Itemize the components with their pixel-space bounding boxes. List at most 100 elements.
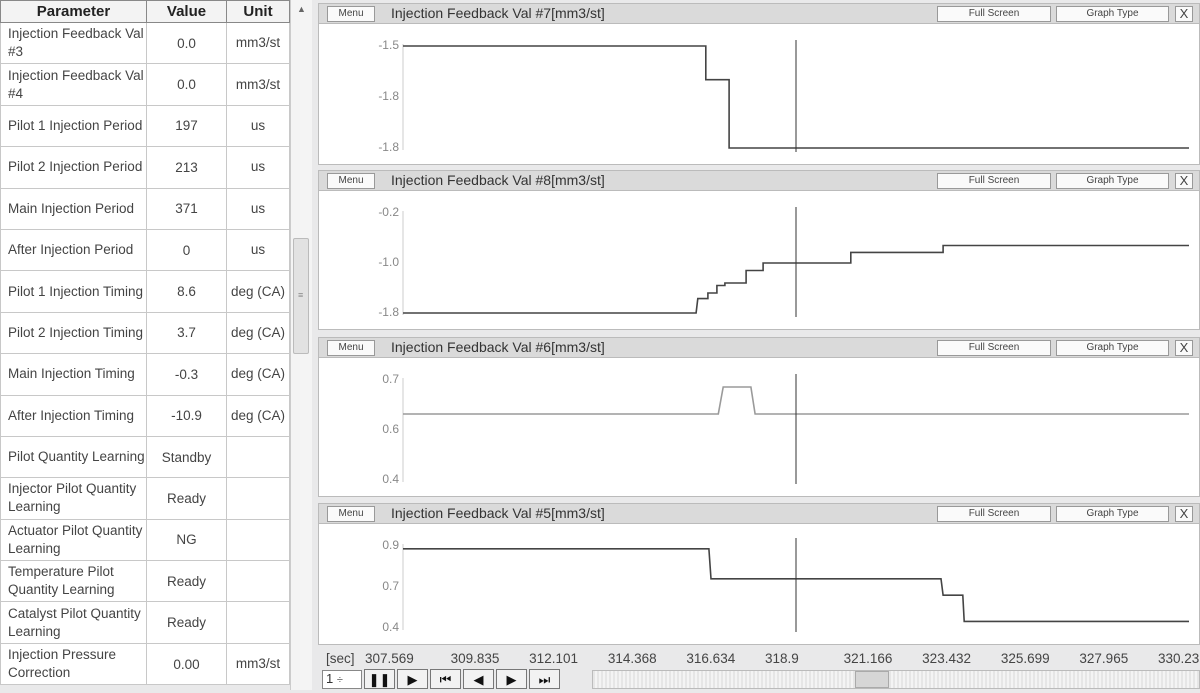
table-row[interactable]: Injection Feedback Val #3 0.0 mm3/st <box>0 21 290 65</box>
table-scrollbar[interactable]: ▲ ≡ <box>290 0 312 690</box>
table-row[interactable]: Main Injection Period 371 us <box>0 187 290 230</box>
table-row[interactable]: Temperature Pilot Quantity Learning Ready <box>0 560 290 603</box>
header-parameter[interactable]: Parameter <box>0 0 147 23</box>
spinner-arrows-icon[interactable]: ÷ <box>337 674 343 686</box>
close-button[interactable]: X <box>1175 173 1193 189</box>
parameter-value: 371 <box>146 187 227 230</box>
play-button[interactable]: ▶ <box>397 669 428 689</box>
header-unit[interactable]: Unit <box>226 0 290 23</box>
parameter-unit <box>226 435 290 479</box>
menu-button[interactable]: Menu <box>327 340 375 356</box>
parameter-unit: deg (CA) <box>226 353 290 396</box>
time-tick-label: 312.101 <box>529 651 578 666</box>
menu-button[interactable]: Menu <box>327 506 375 522</box>
parameter-unit: us <box>226 228 290 272</box>
parameter-value: Ready <box>146 477 227 520</box>
parameter-name: Injection Feedback Val #3 <box>0 21 147 65</box>
menu-button[interactable]: Menu <box>327 173 375 189</box>
timeline-slider[interactable] <box>592 670 1200 689</box>
graph-panel: Menu Injection Feedback Val #6[mm3/st] F… <box>318 337 1200 497</box>
parameter-unit: deg (CA) <box>226 270 290 313</box>
graph-title: Injection Feedback Val #5[mm3/st] <box>391 505 605 521</box>
speed-spinner[interactable]: 1 ÷ <box>322 670 362 689</box>
parameter-name: Temperature Pilot Quantity Learning <box>0 560 147 603</box>
parameter-value: 3.7 <box>146 311 227 355</box>
graph-type-button[interactable]: Graph Type <box>1056 340 1169 356</box>
graph-header: Menu Injection Feedback Val #7[mm3/st] F… <box>319 4 1199 24</box>
parameter-unit <box>226 477 290 520</box>
parameter-name: After Injection Timing <box>0 394 147 437</box>
graph-panel: Menu Injection Feedback Val #8[mm3/st] F… <box>318 170 1200 330</box>
close-button[interactable]: X <box>1175 340 1193 356</box>
table-row[interactable]: Injection Feedback Val #4 0.0 mm3/st <box>0 63 290 106</box>
full-screen-button[interactable]: Full Screen <box>937 506 1051 522</box>
parameter-value: Ready <box>146 601 227 644</box>
table-row[interactable]: Pilot 1 Injection Timing 8.6 deg (CA) <box>0 270 290 313</box>
parameter-unit: us <box>226 187 290 230</box>
full-screen-button[interactable]: Full Screen <box>937 340 1051 356</box>
step-back-button[interactable]: ◀ <box>463 669 494 689</box>
first-frame-button[interactable]: ⏮ <box>430 669 461 689</box>
time-axis: [sec] 307.569 309.835 312.101 314.368 316.634… <box>318 650 1200 668</box>
time-tick-label: 307.569 <box>365 651 414 666</box>
header-value[interactable]: Value <box>146 0 227 23</box>
time-tick-label: 314.368 <box>607 651 657 666</box>
table-row[interactable]: After Injection Timing -10.9 deg (CA) <box>0 394 290 437</box>
graph-plot: -0.2 -1.0 -1.8 <box>319 191 1200 331</box>
scroll-up-icon[interactable]: ▲ <box>297 4 306 14</box>
menu-button[interactable]: Menu <box>327 6 375 22</box>
parameter-unit: mm3/st <box>226 642 290 686</box>
graph-type-button[interactable]: Graph Type <box>1056 506 1169 522</box>
table-row[interactable]: Injector Pilot Quantity Learning Ready <box>0 477 290 520</box>
table-row[interactable]: Pilot 2 Injection Period 213 us <box>0 146 290 189</box>
close-button[interactable]: X <box>1175 6 1193 22</box>
parameter-name: Injection Feedback Val #4 <box>0 63 147 106</box>
parameter-name: Pilot 2 Injection Timing <box>0 311 147 355</box>
graph-type-button[interactable]: Graph Type <box>1056 173 1169 189</box>
last-frame-button[interactable]: ⏭ <box>529 669 560 689</box>
graph-title: Injection Feedback Val #8[mm3/st] <box>391 172 605 188</box>
graph-panel: Menu Injection Feedback Val #7[mm3/st] F… <box>318 3 1200 165</box>
graph-canvas <box>402 40 1189 152</box>
time-tick-label: 316.634 <box>686 651 736 666</box>
parameter-value: 197 <box>146 104 227 148</box>
grip-icon: ≡ <box>298 290 304 300</box>
graph-title: Injection Feedback Val #6[mm3/st] <box>391 339 605 355</box>
parameter-unit: us <box>226 104 290 148</box>
step-forward-button[interactable]: ▶ <box>496 669 527 689</box>
table-row[interactable]: Catalyst Pilot Quantity Learning Ready <box>0 601 290 644</box>
parameter-name: Pilot 1 Injection Period <box>0 104 147 148</box>
time-tick-label: 318.9 <box>765 651 799 666</box>
graph-canvas <box>402 374 1189 484</box>
close-button[interactable]: X <box>1175 506 1193 522</box>
time-tick-label: 321.166 <box>843 651 893 666</box>
table-row[interactable]: Injection Pressure Correction 0.00 mm3/st <box>0 642 290 686</box>
parameter-value: 0.00 <box>146 642 227 686</box>
timeline-thumb[interactable] <box>855 671 889 688</box>
time-unit-label: [sec] <box>326 651 355 666</box>
parameter-unit: deg (CA) <box>226 311 290 355</box>
parameter-value: 0.0 <box>146 63 227 106</box>
table-row[interactable]: Actuator Pilot Quantity Learning NG <box>0 518 290 562</box>
graph-plot: 0.9 0.7 0.4 <box>319 524 1200 646</box>
table-row[interactable]: Pilot 1 Injection Period 197 us <box>0 104 290 148</box>
graph-plot: 0.7 0.6 0.4 <box>319 358 1200 498</box>
time-tick-label: 323.432 <box>922 651 971 666</box>
graph-type-button[interactable]: Graph Type <box>1056 6 1169 22</box>
graph-header: Menu Injection Feedback Val #6[mm3/st] F… <box>319 338 1199 358</box>
parameter-unit <box>226 518 290 562</box>
table-row[interactable]: Pilot Quantity Learning Standby <box>0 435 290 479</box>
table-row[interactable]: Pilot 2 Injection Timing 3.7 deg (CA) <box>0 311 290 355</box>
graph-canvas <box>402 207 1189 317</box>
pause-button[interactable]: ❚❚ <box>364 669 395 689</box>
graph-plot: -1.5 -1.8 -1.8 <box>319 24 1200 166</box>
parameter-value: Standby <box>146 435 227 479</box>
full-screen-button[interactable]: Full Screen <box>937 6 1051 22</box>
parameter-name: Pilot 1 Injection Timing <box>0 270 147 313</box>
full-screen-button[interactable]: Full Screen <box>937 173 1051 189</box>
table-row[interactable]: After Injection Period 0 us <box>0 228 290 272</box>
parameter-value: NG <box>146 518 227 562</box>
table-row[interactable]: Main Injection Timing -0.3 deg (CA) <box>0 353 290 396</box>
parameter-name: Injection Pressure Correction <box>0 642 147 686</box>
graph-title: Injection Feedback Val #7[mm3/st] <box>391 5 605 21</box>
